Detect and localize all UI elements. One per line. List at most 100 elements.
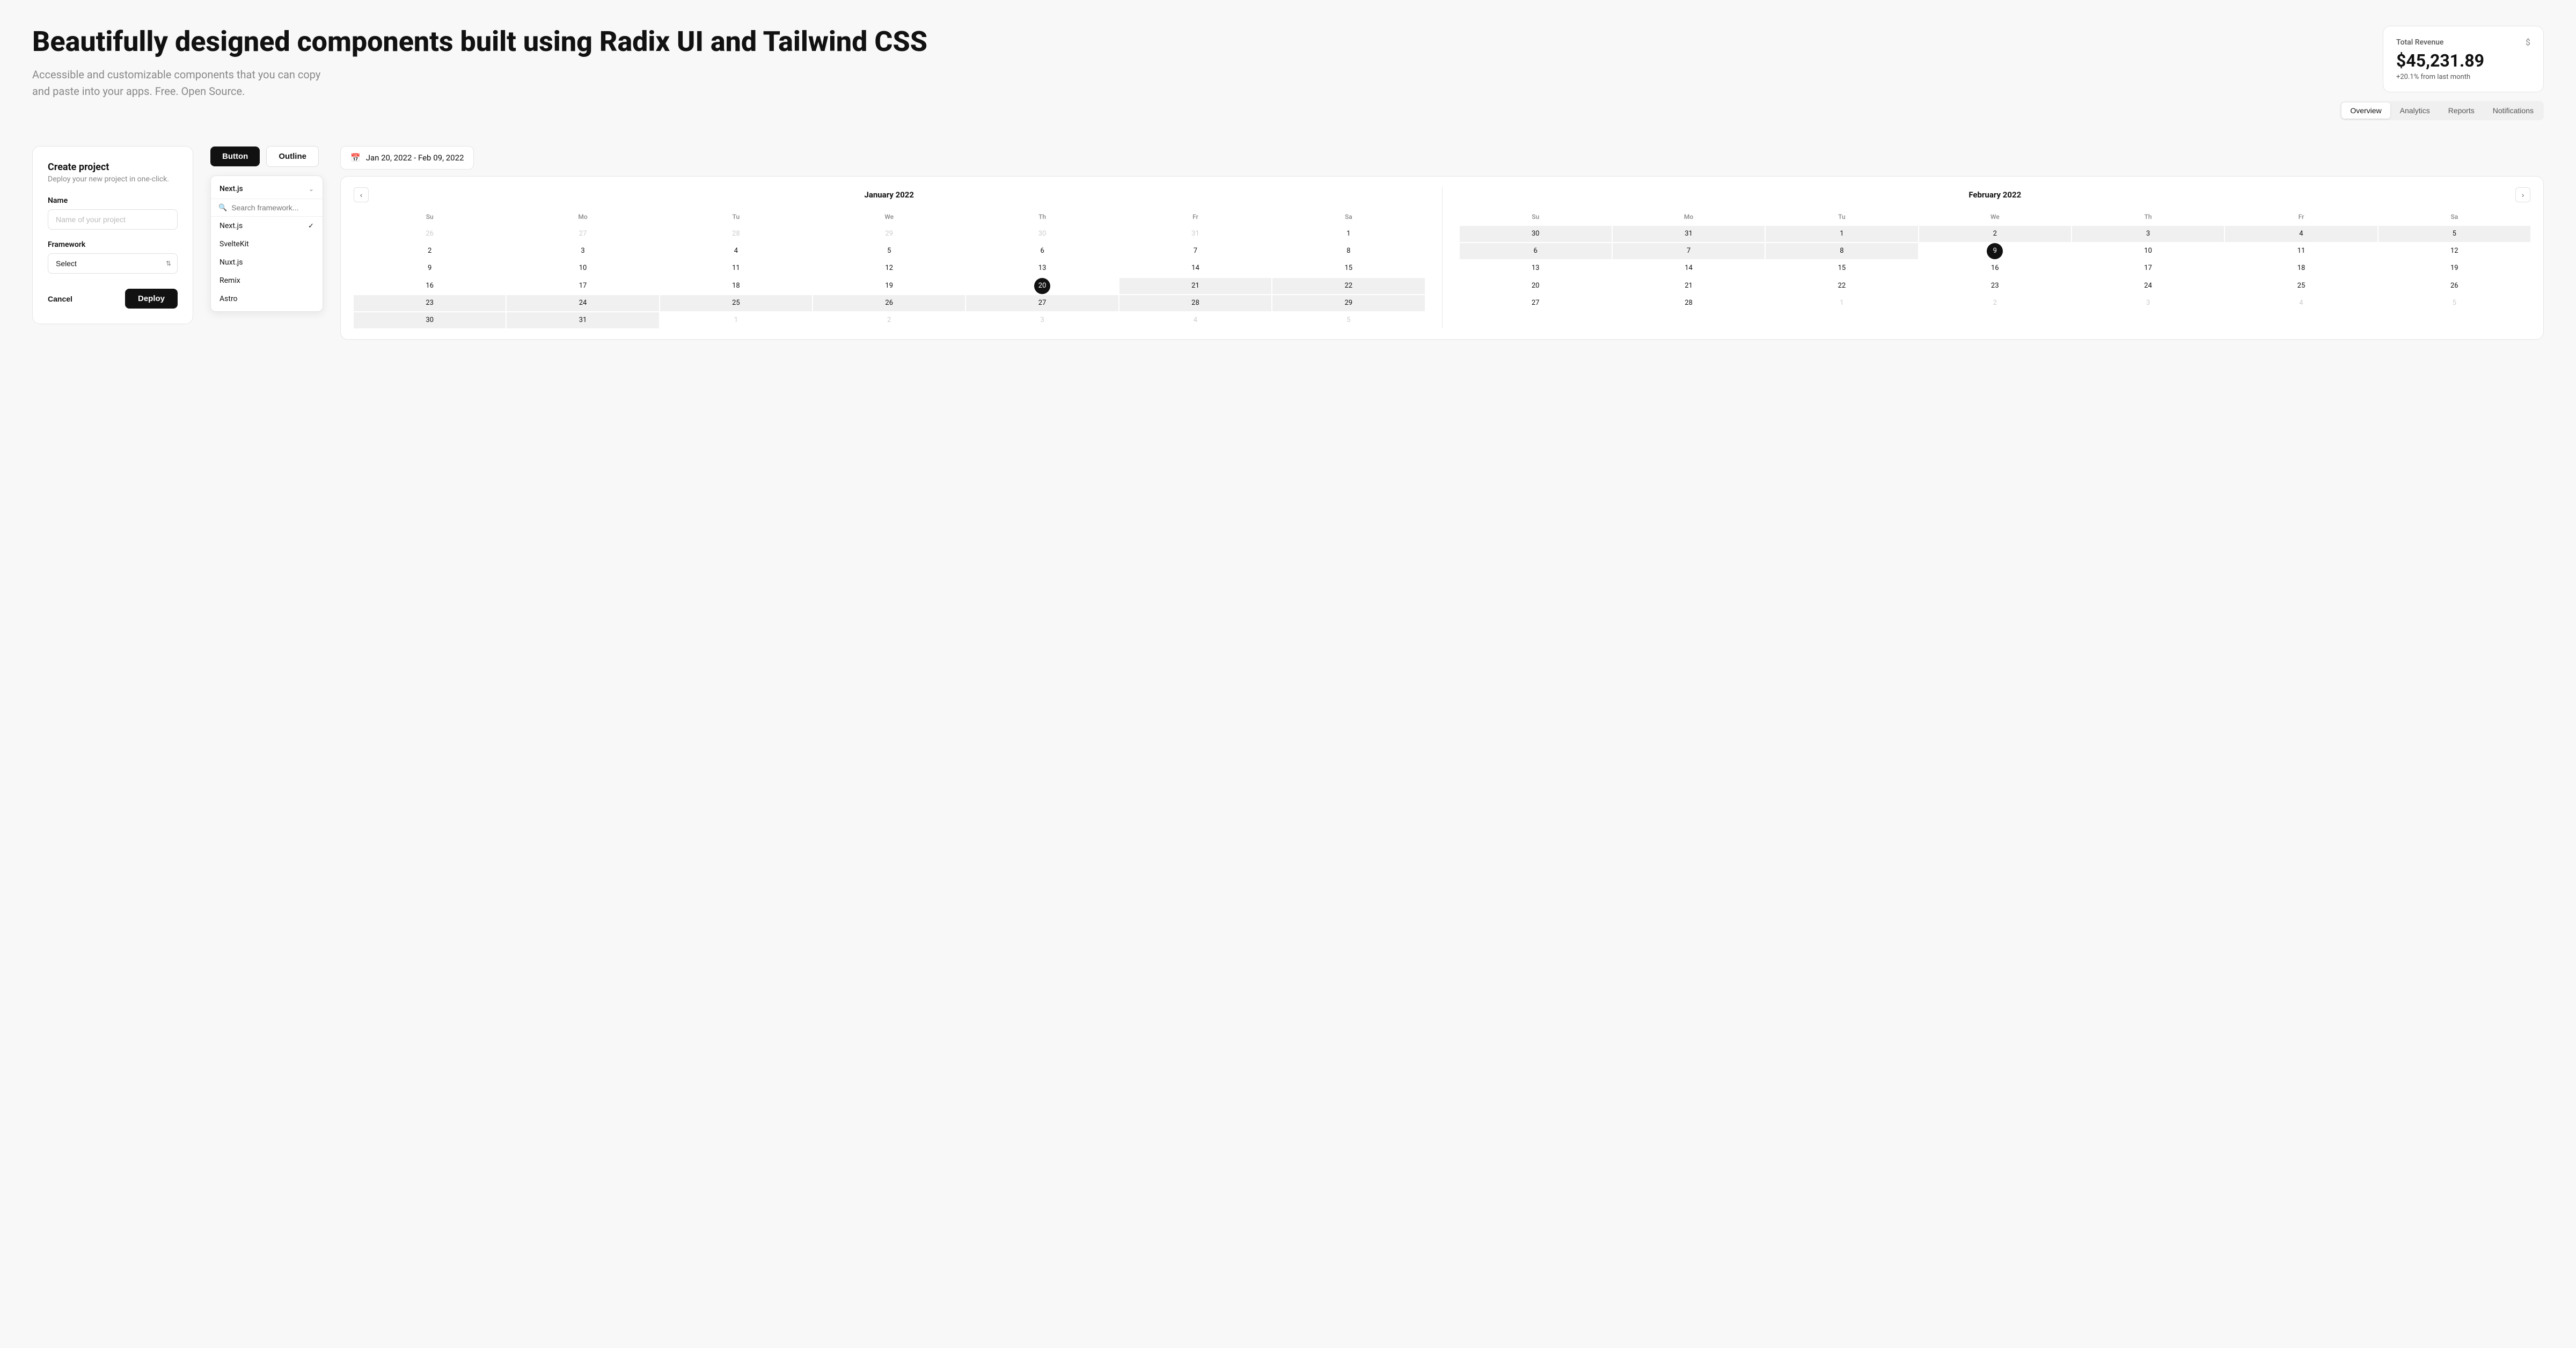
calendar-day[interactable]: 2 [813, 312, 965, 328]
dropdown-header[interactable]: Next.js ⌄ [211, 179, 323, 199]
calendar-day[interactable]: 20 [1460, 278, 1612, 294]
tab-reports[interactable]: Reports [2440, 102, 2483, 119]
calendar-day[interactable]: 7 [1613, 243, 1765, 259]
calendar-day[interactable]: 7 [1119, 243, 1271, 259]
calendar-day[interactable]: 23 [1919, 278, 2071, 294]
calendar-day[interactable]: 21 [1613, 278, 1765, 294]
framework-select[interactable]: Select Next.js SvelteKit Nuxt.js Remix A… [48, 253, 178, 274]
framework-search-input[interactable] [231, 203, 315, 212]
calendar-day[interactable]: 30 [1460, 226, 1612, 242]
calendar-day[interactable]: 6 [966, 243, 1118, 259]
calendar-day[interactable]: 4 [2225, 295, 2377, 311]
calendar-day[interactable]: 3 [2072, 226, 2224, 242]
calendar-day[interactable]: 16 [1919, 260, 2071, 276]
calendar-day[interactable]: 5 [2379, 295, 2530, 311]
calendar-day[interactable]: 30 [354, 312, 506, 328]
dropdown-item-nextjs[interactable]: Next.js ✓ [211, 217, 323, 235]
calendar-day[interactable]: 27 [507, 226, 658, 242]
calendar-day[interactable]: 15 [1272, 260, 1424, 276]
calendar-day[interactable]: 5 [2379, 226, 2530, 242]
calendar-day[interactable]: 18 [2225, 260, 2377, 276]
calendar-day[interactable]: 24 [507, 295, 658, 311]
tab-notifications[interactable]: Notifications [2484, 102, 2542, 119]
calendar-day[interactable]: 24 [2072, 278, 2224, 294]
calendar-day[interactable]: 11 [2225, 243, 2377, 259]
calendar-day[interactable]: 6 [1460, 243, 1612, 259]
calendar-day[interactable]: 31 [507, 312, 658, 328]
calendar-day[interactable]: 20 [1034, 278, 1050, 294]
calendar-day[interactable]: 9 [354, 260, 506, 276]
calendar-day[interactable]: 4 [660, 243, 812, 259]
calendar-day[interactable]: 10 [2072, 243, 2224, 259]
dropdown-item-nuxtjs[interactable]: Nuxt.js [211, 253, 323, 272]
tab-overview[interactable]: Overview [2341, 102, 2390, 119]
day-header: Sa [2379, 211, 2530, 225]
calendar-day[interactable]: 30 [966, 226, 1118, 242]
dropdown-item-remix[interactable]: Remix [211, 272, 323, 290]
calendar-day[interactable]: 5 [1272, 312, 1424, 328]
calendar-day[interactable]: 11 [660, 260, 812, 276]
calendar-day[interactable]: 2 [1919, 295, 2071, 311]
dropdown-item-sveltekit[interactable]: SvelteKit [211, 235, 323, 253]
calendar-day[interactable]: 14 [1119, 260, 1271, 276]
calendar-day[interactable]: 15 [1766, 260, 1918, 276]
calendar-day[interactable]: 19 [813, 278, 965, 294]
calendar-day[interactable]: 13 [966, 260, 1118, 276]
calendar-day[interactable]: 25 [660, 295, 812, 311]
calendar-day[interactable]: 3 [966, 312, 1118, 328]
calendar-day[interactable]: 31 [1613, 226, 1765, 242]
calendar-day[interactable]: 2 [1919, 226, 2071, 242]
calendar-day[interactable]: 9 [1987, 243, 2003, 259]
calendar-day[interactable]: 28 [660, 226, 812, 242]
calendar-day[interactable]: 17 [2072, 260, 2224, 276]
calendar-day[interactable]: 26 [354, 226, 506, 242]
calendar-day[interactable]: 29 [1272, 295, 1424, 311]
calendar-day[interactable]: 1 [1272, 226, 1424, 242]
calendar-day[interactable]: 3 [2072, 295, 2224, 311]
calendar-day[interactable]: 14 [1613, 260, 1765, 276]
solid-button[interactable]: Button [210, 146, 260, 166]
calendar-day[interactable]: 12 [813, 260, 965, 276]
calendar-day[interactable]: 1 [1766, 295, 1918, 311]
calendar-day[interactable]: 27 [966, 295, 1118, 311]
calendar-day[interactable]: 3 [507, 243, 658, 259]
calendar-day[interactable]: 25 [2225, 278, 2377, 294]
dropdown-item-astro[interactable]: Astro [211, 290, 323, 308]
calendar-day[interactable]: 12 [2379, 243, 2530, 259]
calendar-day[interactable]: 29 [813, 226, 965, 242]
name-input[interactable] [48, 209, 178, 230]
calendar-day[interactable]: 5 [813, 243, 965, 259]
calendar-day[interactable]: 22 [1272, 278, 1424, 294]
prev-month-button[interactable]: ‹ [354, 187, 369, 202]
calendar-day[interactable]: 8 [1766, 243, 1918, 259]
calendar-day[interactable]: 28 [1119, 295, 1271, 311]
calendar-day[interactable]: 31 [1119, 226, 1271, 242]
calendar-day[interactable]: 2 [354, 243, 506, 259]
calendar-day[interactable]: 4 [2225, 226, 2377, 242]
calendar-day[interactable]: 28 [1613, 295, 1765, 311]
calendar-day[interactable]: 1 [660, 312, 812, 328]
calendar-day[interactable]: 17 [507, 278, 658, 294]
calendar-day[interactable]: 22 [1766, 278, 1918, 294]
cancel-button[interactable]: Cancel [48, 289, 72, 309]
calendar-day[interactable]: 19 [2379, 260, 2530, 276]
calendar-day[interactable]: 13 [1460, 260, 1612, 276]
next-month-button[interactable]: › [2515, 187, 2530, 202]
calendar-day[interactable]: 26 [813, 295, 965, 311]
calendar-day[interactable]: 21 [1119, 278, 1271, 294]
calendar-day[interactable]: 26 [2379, 278, 2530, 294]
create-project-card: Create project Deploy your new project i… [32, 146, 193, 324]
day-header: Mo [1613, 211, 1765, 225]
calendar-day[interactable]: 16 [354, 278, 506, 294]
calendar-day[interactable]: 23 [354, 295, 506, 311]
calendar-day[interactable]: 18 [660, 278, 812, 294]
calendar-day[interactable]: 27 [1460, 295, 1612, 311]
tab-analytics[interactable]: Analytics [2391, 102, 2439, 119]
calendar-day[interactable]: 8 [1272, 243, 1424, 259]
deploy-button[interactable]: Deploy [125, 289, 178, 309]
calendar-day[interactable]: 10 [507, 260, 658, 276]
outline-button[interactable]: Outline [266, 146, 319, 167]
date-range-bar[interactable]: 📅 Jan 20, 2022 - Feb 09, 2022 [340, 146, 474, 170]
calendar-day[interactable]: 1 [1766, 226, 1918, 242]
calendar-day[interactable]: 4 [1119, 312, 1271, 328]
